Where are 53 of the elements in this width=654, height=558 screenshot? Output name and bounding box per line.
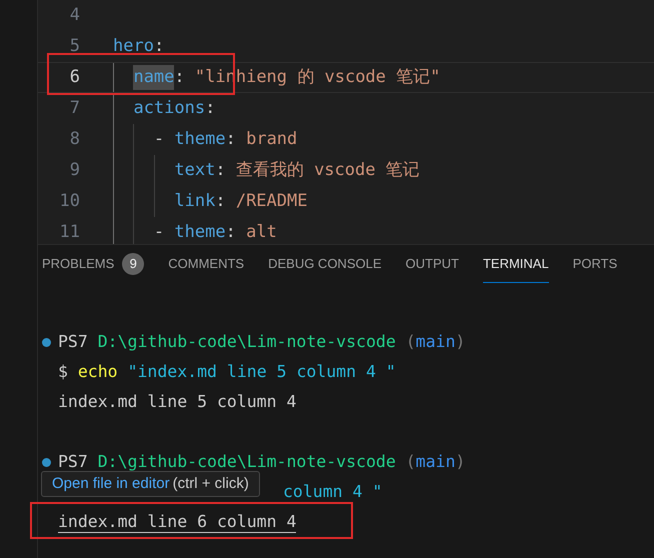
- code-key: text: [174, 158, 216, 184]
- prompt-paren: ): [455, 450, 466, 473]
- code-value: brand: [246, 128, 298, 151]
- code-punctuation: :: [215, 190, 226, 213]
- code-punctuation: :: [215, 158, 226, 182]
- prompt-path: D:\github-code\Lim-note-vscode: [98, 450, 396, 473]
- code-punctuation: :: [174, 66, 185, 89]
- code-key: hero: [113, 34, 154, 60]
- count-badge: 9: [122, 252, 144, 274]
- open-file-link[interactable]: Open file in editor: [52, 472, 170, 496]
- command-argument: "index.md line 5 column 4 ": [128, 360, 396, 383]
- prompt-paren: (: [406, 450, 416, 473]
- branch-name: main: [416, 450, 456, 473]
- line-number: 8: [68, 128, 80, 151]
- output-text: index.md line 5 column 4: [58, 390, 296, 413]
- command-argument: column 4 ": [283, 480, 382, 503]
- code-key: link: [174, 188, 216, 214]
- list-dash: -: [154, 220, 164, 244]
- code-punctuation: :: [226, 220, 236, 244]
- prompt-paren: ): [455, 330, 466, 353]
- code-key: theme: [174, 126, 226, 152]
- code-key: theme: [174, 220, 226, 244]
- code-value: alt: [246, 220, 277, 244]
- shell-name: PS7: [58, 450, 88, 473]
- code-punctuation: :: [226, 128, 236, 151]
- line-number: 4: [68, 4, 80, 27]
- shell-name: PS7: [58, 330, 88, 353]
- code-value: 查看我的 vscode 笔记: [236, 158, 420, 182]
- branch-name: main: [416, 330, 456, 353]
- panel-tab[interactable]: COMMENTS: [168, 245, 244, 283]
- code-punctuation: :: [205, 96, 216, 120]
- prompt-paren: (: [406, 330, 416, 353]
- line-number: 9: [68, 158, 80, 182]
- line-number: 5: [68, 34, 80, 58]
- prompt-sign: $: [58, 360, 68, 383]
- shortcut-hint: (ctrl + click): [172, 474, 249, 494]
- line-number: 11: [58, 220, 80, 244]
- panel-tab[interactable]: PROBLEMS 9: [42, 245, 144, 283]
- code-value: /README: [236, 190, 308, 213]
- list-dash: -: [154, 128, 164, 151]
- panel-tab[interactable]: PORTS: [572, 245, 618, 283]
- code-punctuation: :: [154, 34, 164, 58]
- prompt-path: D:\github-code\Lim-note-vscode: [98, 330, 396, 353]
- panel-tab[interactable]: TERMINAL: [482, 245, 549, 283]
- panel-tab[interactable]: DEBUG CONSOLE: [268, 245, 382, 283]
- panel-tab[interactable]: OUTPUT: [406, 245, 459, 283]
- code-key: actions: [133, 96, 206, 122]
- line-number: 7: [68, 96, 80, 120]
- line-number: 10: [58, 190, 80, 213]
- output-text[interactable]: index.md line 6 column 4: [58, 512, 296, 532]
- command-name: echo: [78, 360, 118, 383]
- code-key: name: [133, 64, 174, 90]
- line-number: 6: [68, 66, 80, 89]
